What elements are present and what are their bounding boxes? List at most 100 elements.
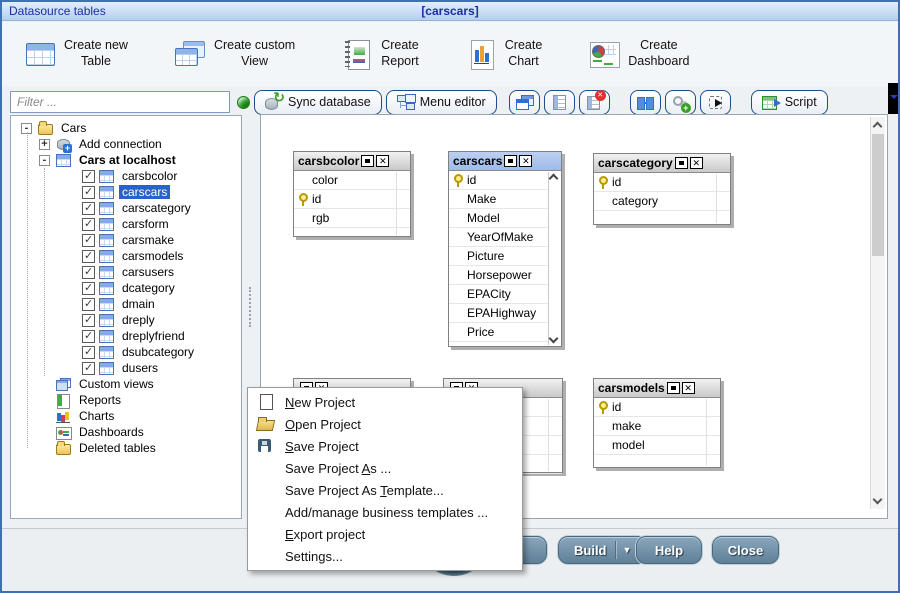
add-relation-button[interactable] [665, 90, 696, 115]
menu-item[interactable]: Save Project As ... [248, 457, 522, 479]
create-toolbar-button[interactable]: Create custom View [174, 38, 295, 70]
table-checkbox[interactable]: ✓ [82, 346, 95, 359]
entity-close-button[interactable]: ✕ [519, 155, 532, 167]
table-checkbox[interactable]: ✓ [82, 266, 95, 279]
field-row[interactable]: Picture [449, 247, 561, 266]
entity-minimize-button[interactable] [667, 382, 680, 394]
diagram-vertical-scrollbar[interactable] [870, 117, 885, 509]
field-row[interactable]: EPACity [449, 285, 561, 304]
menu-item[interactable]: Export project [248, 523, 522, 545]
table-checkbox[interactable]: ✓ [82, 314, 95, 327]
menu-editor-button[interactable]: Menu editor [386, 90, 497, 115]
toolbar-overflow-button[interactable] [888, 83, 900, 114]
table-checkbox[interactable]: ✓ [82, 170, 95, 183]
script-button[interactable]: Script [751, 90, 828, 115]
field-row[interactable]: id [294, 190, 410, 209]
create-toolbar-button[interactable]: Create new Table [24, 38, 128, 70]
tree-item[interactable]: - ✓ Cars at localhost [11, 152, 241, 168]
tree-item[interactable]: ✓ carsbcolor [11, 168, 241, 184]
table-checkbox[interactable]: ✓ [82, 330, 95, 343]
tree-item[interactable]: ✓ dcategory [11, 280, 241, 296]
tree-item[interactable]: ✓ carscars [11, 184, 241, 200]
split-panes-button[interactable] [630, 90, 661, 115]
close-button[interactable]: Close [712, 536, 779, 564]
tree-item[interactable]: ✓ Custom views [11, 376, 241, 392]
entity-minimize-button[interactable] [361, 155, 374, 167]
field-list-button[interactable] [544, 90, 575, 115]
create-toolbar-button[interactable]: Create Report [341, 38, 419, 70]
tree-item[interactable]: ✓ dreplyfriend [11, 328, 241, 344]
field-row[interactable]: color [294, 171, 410, 190]
entity-header[interactable]: carscars ✕ [449, 152, 561, 171]
tree-item[interactable]: + ✓ Add connection [11, 136, 241, 152]
scroll-down-icon[interactable] [873, 495, 883, 505]
menu-item[interactable]: Save Project [248, 435, 522, 457]
field-row[interactable]: Make [449, 190, 561, 209]
tree-item[interactable]: ✓ Dashboards [11, 424, 241, 440]
entity-minimize-button[interactable] [504, 155, 517, 167]
scroll-up-icon[interactable] [549, 174, 559, 184]
field-row[interactable]: category [594, 192, 730, 211]
menu-item[interactable]: Save Project As Template... [248, 479, 522, 501]
remove-field-list-button[interactable] [579, 90, 610, 115]
field-row[interactable]: Price [449, 323, 561, 342]
tree-item[interactable]: ✓ Reports [11, 392, 241, 408]
table-checkbox[interactable]: ✓ [82, 186, 95, 199]
filter-input[interactable] [10, 91, 230, 113]
table-checkbox[interactable]: ✓ [82, 250, 95, 263]
tree-item[interactable]: ✓ Deleted tables [11, 440, 241, 456]
tree-item[interactable]: ✓ carsmodels [11, 248, 241, 264]
scroll-down-icon[interactable] [549, 334, 559, 344]
field-row[interactable]: rgb [294, 209, 410, 228]
auto-arrange-button[interactable] [700, 90, 731, 115]
scroll-up-icon[interactable] [873, 122, 883, 132]
cascade-windows-button[interactable] [509, 90, 540, 115]
entity-header[interactable]: carscategory ✕ [594, 154, 730, 173]
menu-item[interactable]: Settings... [248, 545, 522, 567]
scrollbar-thumb[interactable] [872, 134, 884, 256]
tree-item[interactable]: ✓ carsmake [11, 232, 241, 248]
field-row[interactable]: Horsepower [449, 266, 561, 285]
field-row[interactable]: id [594, 173, 730, 192]
entity-minimize-button[interactable] [675, 157, 688, 169]
tree-item[interactable]: ✓ Charts [11, 408, 241, 424]
help-button[interactable]: Help [636, 536, 702, 564]
build-dropdown[interactable]: ▼ [615, 541, 632, 559]
entity-table[interactable]: carscategory ✕ id category [593, 153, 731, 225]
entity-table[interactable]: carsbcolor ✕ color id [293, 151, 411, 237]
field-row[interactable]: Model [449, 209, 561, 228]
create-toolbar-button[interactable]: Create Dashboard [588, 38, 689, 70]
entity-close-button[interactable]: ✕ [682, 382, 695, 394]
entity-scrollbar[interactable] [548, 172, 561, 345]
menu-item[interactable]: Open Project [248, 413, 522, 435]
table-checkbox[interactable]: ✓ [82, 298, 95, 311]
menu-item[interactable]: New Project [248, 391, 522, 413]
menu-item[interactable]: Add/manage business templates ... [248, 501, 522, 523]
table-checkbox[interactable]: ✓ [82, 282, 95, 295]
tree-item[interactable]: ✓ dsubcategory [11, 344, 241, 360]
table-checkbox[interactable]: ✓ [82, 202, 95, 215]
field-row[interactable]: model [594, 436, 720, 455]
tree-item[interactable]: - ✓ Cars [11, 120, 241, 136]
table-checkbox[interactable]: ✓ [82, 362, 95, 375]
entity-header[interactable]: carsbcolor ✕ [294, 152, 410, 171]
tree-item[interactable]: ✓ dmain [11, 296, 241, 312]
field-row[interactable]: EPAHighway [449, 304, 561, 323]
entity-close-button[interactable]: ✕ [376, 155, 389, 167]
table-checkbox[interactable]: ✓ [82, 218, 95, 231]
build-button[interactable]: Build ▼ [558, 536, 647, 564]
tree-item[interactable]: ✓ dusers [11, 360, 241, 376]
create-toolbar-button[interactable]: Create Chart [465, 38, 543, 70]
expand-toggle[interactable]: + [39, 139, 50, 150]
sync-database-button[interactable]: Sync database [254, 90, 382, 115]
table-checkbox[interactable]: ✓ [82, 234, 95, 247]
expand-toggle[interactable]: - [39, 155, 50, 166]
field-row[interactable]: id [594, 398, 720, 417]
field-row[interactable]: make [594, 417, 720, 436]
field-row[interactable]: id [449, 171, 561, 190]
entity-table[interactable]: carsmodels ✕ id make [593, 378, 721, 468]
tree-item[interactable]: ✓ carsusers [11, 264, 241, 280]
entity-table[interactable]: carscars ✕ id Make [448, 151, 562, 347]
entity-close-button[interactable]: ✕ [690, 157, 703, 169]
tree-item[interactable]: ✓ carscategory [11, 200, 241, 216]
